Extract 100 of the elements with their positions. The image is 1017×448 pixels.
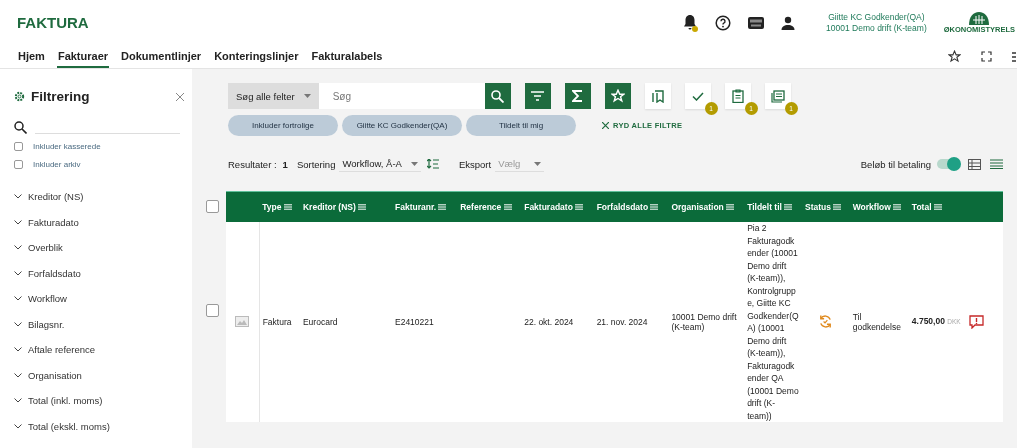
caret-icon [303, 94, 311, 98]
checkbox[interactable] [14, 159, 23, 169]
total-amount: 4.750,00 [911, 316, 945, 327]
toggle-switch[interactable] [937, 159, 959, 169]
table-cell: Faktura [259, 222, 300, 422]
table-view-icon[interactable] [968, 158, 981, 170]
filter-section-label[interactable]: Kreditor (NS) [28, 191, 84, 203]
chevron-down-icon[interactable] [14, 423, 22, 429]
user-icon[interactable] [781, 15, 796, 30]
clipboard-icon [731, 89, 744, 103]
chevron-down-icon[interactable] [14, 296, 22, 302]
select-all-checkbox[interactable] [206, 199, 219, 213]
close-icon [602, 122, 609, 129]
bookmarks-button[interactable] [644, 83, 671, 109]
clipboard-button[interactable] [724, 83, 751, 109]
column-menu-icon[interactable] [726, 204, 735, 210]
checkmark-icon [691, 91, 704, 101]
filter-section-label[interactable]: Organisation [28, 369, 82, 381]
chevron-down-icon[interactable] [14, 245, 22, 251]
column-header[interactable]: Organisation [668, 191, 745, 222]
chevron-down-icon[interactable] [14, 219, 22, 225]
nav-tab[interactable]: Hjem [17, 45, 46, 68]
nav-tab[interactable]: Konteringslinjer [213, 45, 300, 68]
sigma-icon [572, 90, 584, 102]
sync-icon [818, 313, 834, 329]
nav-tab[interactable]: Dokumentlinjer [120, 45, 203, 68]
checkbox-label: Inkluder arkiv [33, 159, 81, 169]
warning-comment-icon[interactable] [968, 315, 984, 329]
favorite-button[interactable] [604, 83, 631, 109]
column-menu-icon[interactable] [650, 204, 659, 210]
table-cell: 22. okt. 2024 [521, 222, 594, 422]
toggle-label: Beløb til betaling [860, 158, 931, 170]
column-header[interactable]: Workflow [849, 191, 909, 222]
sort-dropdown[interactable]: Workflow, Å-A [339, 156, 421, 172]
sidebar-title: Filtrering [31, 89, 90, 104]
chevron-down-icon[interactable] [14, 347, 22, 353]
column-menu-icon[interactable] [575, 204, 584, 210]
column-header[interactable]: Type [259, 191, 300, 222]
column-menu-icon[interactable] [358, 204, 367, 210]
fullscreen-icon[interactable] [981, 51, 992, 62]
search-icon [491, 89, 505, 103]
sort-label: Sortering [296, 158, 336, 170]
nav-tab[interactable]: Fakturalabels [310, 45, 384, 68]
column-header[interactable]: Kreditor (NS) [299, 191, 392, 222]
approve-button[interactable] [684, 83, 711, 109]
star-icon[interactable] [948, 50, 961, 63]
column-header[interactable]: Reference [457, 191, 522, 222]
table-cell: E2410221 [392, 222, 458, 422]
column-header[interactable]: Fakturadato [521, 191, 594, 222]
export-label: Eksport [458, 158, 492, 170]
search-scope-dropdown[interactable]: Søg alle felter [228, 83, 319, 109]
column-menu-icon[interactable] [283, 204, 292, 210]
crown-logo-icon [967, 11, 992, 25]
documents-button[interactable] [764, 83, 791, 109]
filter-section-label[interactable]: Total (inkl. moms) [28, 395, 103, 407]
keyboard-icon[interactable] [748, 16, 765, 29]
search-button[interactable] [484, 83, 511, 109]
checkbox[interactable] [14, 141, 23, 151]
search-field[interactable]: Søg [318, 83, 485, 109]
sum-button[interactable] [564, 83, 591, 109]
filter-section-label[interactable]: Workflow [28, 293, 67, 305]
column-header[interactable]: Status [802, 191, 850, 222]
search-icon [14, 121, 27, 134]
filter-section-label[interactable]: Total (ekskl. moms) [28, 420, 110, 432]
filter-button[interactable] [524, 83, 551, 109]
caret-icon [410, 161, 418, 166]
close-icon[interactable] [176, 92, 184, 101]
sort-order-icon[interactable] [426, 159, 439, 169]
help-icon[interactable] [715, 14, 732, 31]
column-menu-icon[interactable] [933, 204, 942, 210]
column-menu-icon[interactable] [784, 204, 793, 210]
column-header[interactable]: Tildelt til [744, 191, 802, 222]
documents-icon [770, 89, 785, 103]
filter-chip[interactable]: Inkluder fortrolige [228, 115, 338, 136]
filter-chip[interactable]: Giitte KC Godkender(QA) [342, 115, 462, 136]
menu-icon[interactable] [1012, 50, 1016, 63]
bookmarks-icon [651, 89, 664, 103]
chevron-down-icon[interactable] [14, 398, 22, 404]
chevron-down-icon[interactable] [14, 270, 22, 276]
column-header[interactable]: Total [908, 191, 1003, 222]
filter-section-label[interactable]: Aftale reference [28, 344, 96, 356]
column-header[interactable]: Forfaldsdato [593, 191, 669, 222]
list-view-icon[interactable] [990, 159, 1003, 169]
row-checkbox[interactable] [206, 303, 219, 317]
gear-icon [14, 91, 25, 102]
filter-section-label[interactable]: Overblik [28, 242, 63, 254]
user-name: Giitte KC Godkender(QA) [827, 11, 926, 23]
column-menu-icon[interactable] [833, 204, 842, 210]
chevron-down-icon[interactable] [14, 321, 22, 327]
column-header[interactable]: Fakturanr. [392, 191, 458, 222]
column-menu-icon[interactable] [438, 204, 447, 210]
filter-section-label[interactable]: Bilagsnr. [28, 318, 65, 330]
filter-chip[interactable]: Tildelt til mig [466, 115, 576, 136]
chevron-down-icon[interactable] [14, 194, 22, 200]
chevron-down-icon[interactable] [14, 372, 22, 378]
column-menu-icon[interactable] [893, 204, 902, 210]
bell-icon[interactable] [682, 13, 699, 32]
filter-section-label[interactable]: Forfaldsdato [28, 267, 81, 279]
filter-section-label[interactable]: Fakturadato [28, 216, 79, 228]
column-menu-icon[interactable] [503, 204, 512, 210]
